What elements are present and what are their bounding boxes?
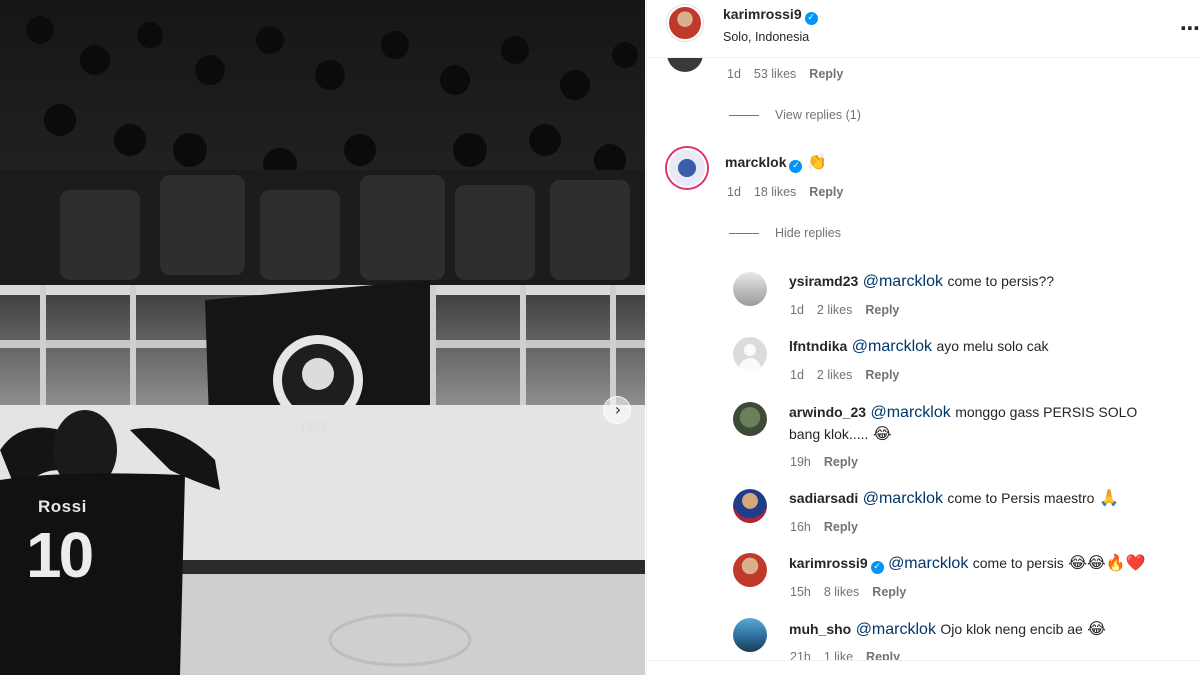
reply-avatar-default[interactable] (733, 337, 767, 371)
reply-comment: karimrossi9 ✓ @marcklok come to persis 😂😂… (789, 552, 1146, 574)
praying-hands-emoji: 🙏 (1098, 488, 1119, 507)
comment-likes[interactable]: 18 likes (754, 185, 796, 199)
reply-button[interactable]: Reply (865, 368, 899, 382)
reply-meta: 1d 2 likes Reply (790, 303, 912, 317)
reply-username[interactable]: muh_sho (789, 621, 851, 637)
reply-meta: 15h 8 likes Reply (790, 585, 919, 599)
reply-username[interactable]: karimrossi9 (789, 555, 868, 571)
reply-mention[interactable]: @marcklok (863, 273, 943, 290)
reply-username[interactable]: sadiarsadi (789, 490, 858, 506)
comment-time: 1d (727, 185, 741, 199)
reply-avatar[interactable] (733, 489, 767, 523)
hide-replies-button[interactable]: Hide replies (729, 226, 841, 240)
post-photo: Rossi 10 1923 › (0, 0, 645, 675)
reply-mention[interactable]: @marcklok (863, 490, 943, 507)
hide-replies-label: Hide replies (775, 226, 842, 240)
verified-badge-icon: ✓ (804, 12, 818, 25)
reply-meta: 1d 2 likes Reply (790, 368, 912, 382)
reply-button[interactable]: Reply (872, 585, 906, 599)
reply-text: monggo gass PERSIS SOLO (955, 404, 1138, 420)
jersey-name: Rossi (38, 497, 87, 516)
reply-mention[interactable]: @marcklok (870, 404, 950, 421)
reply-text: come to persis (972, 555, 1064, 571)
post-header: karimrossi9 ✓ Solo, Indonesia ⋯ (647, 0, 1200, 58)
banner-year: 1923 (300, 420, 327, 434)
jersey-number: 10 (26, 519, 94, 591)
reply-time: 1d (790, 303, 804, 317)
reply-text: come to persis?? (947, 273, 1055, 289)
reply-meta: 19h Reply (790, 455, 871, 469)
laughing-emoji: 😂 (872, 424, 892, 443)
author-avatar[interactable] (667, 5, 703, 41)
comment-likes[interactable]: 53 likes (754, 67, 796, 81)
laugh-fire-heart-emojis: 😂😂🔥❤️ (1068, 553, 1146, 572)
post-location[interactable]: Solo, Indonesia (723, 30, 809, 44)
reply-button[interactable]: Reply (865, 303, 899, 317)
verified-badge-icon: ✓ (870, 561, 884, 574)
author-username[interactable]: karimrossi9 (723, 6, 802, 22)
reply-button[interactable]: Reply (809, 185, 843, 199)
reply-time: 1d (790, 368, 804, 382)
reply-username[interactable]: ysiramd23 (789, 273, 858, 289)
reply-username[interactable]: lfntndika (789, 338, 847, 354)
verified-badge-icon: ✓ (789, 160, 803, 173)
reply-comment: sadiarsadi @marcklok come to Persis maes… (789, 487, 1119, 509)
reply-likes[interactable]: 2 likes (817, 368, 852, 382)
comments-pane: karimrossi9 ✓ Solo, Indonesia ⋯ 1d 53 like… (646, 0, 1200, 675)
reply-comment: arwindo_23 @marcklok monggo gass PERSIS … (789, 402, 1189, 445)
reply-text-continued: bang klok..... (789, 426, 869, 442)
reply-comment: ysiramd23 @marcklok come to persis?? (789, 271, 1054, 292)
reply-time: 16h (790, 520, 811, 534)
reply-avatar[interactable] (733, 272, 767, 306)
action-bar (647, 660, 1200, 675)
reply-likes[interactable]: 8 likes (824, 585, 859, 599)
more-options-icon[interactable]: ⋯ (1180, 16, 1200, 41)
divider-line (729, 232, 759, 234)
main-comment: marcklok ✓ 👏 (725, 151, 827, 173)
reply-avatar[interactable] (733, 402, 767, 436)
comment-time: 1d (727, 67, 741, 81)
reply-time: 15h (790, 585, 811, 599)
chevron-right-icon: › (614, 400, 622, 419)
reply-mention[interactable]: @marcklok (852, 338, 932, 355)
reply-button[interactable]: Reply (824, 455, 858, 469)
reply-meta: 16h Reply (790, 520, 871, 534)
reply-text: come to Persis maestro (947, 490, 1095, 506)
reply-username[interactable]: arwindo_23 (789, 404, 866, 420)
comment-username[interactable]: marcklok (725, 154, 786, 170)
reply-avatar[interactable] (733, 618, 767, 652)
comment-meta: 1d 18 likes Reply (727, 185, 856, 199)
reply-avatar-karimrossi9[interactable] (733, 553, 767, 587)
reply-comment: lfntndika @marcklok ayo melu solo cak (789, 336, 1049, 357)
clap-emoji: 👏 (806, 152, 827, 171)
reply-text: Ojo klok neng encib ae (940, 621, 1083, 637)
carousel-next-button[interactable]: › (603, 396, 631, 424)
reply-button[interactable]: Reply (824, 520, 858, 534)
reply-mention[interactable]: @marcklok (888, 555, 968, 572)
reply-time: 19h (790, 455, 811, 469)
divider-line (729, 114, 759, 116)
reply-text: ayo melu solo cak (936, 338, 1049, 354)
reply-mention[interactable]: @marcklok (856, 621, 936, 638)
reply-comment: muh_sho @marcklok Ojo klok neng encib ae… (789, 618, 1106, 640)
laughing-emoji: 😂 (1087, 619, 1106, 638)
stadium-crowd-illustration (0, 16, 645, 675)
reply-likes[interactable]: 2 likes (817, 303, 852, 317)
comment-avatar-marcklok[interactable] (667, 148, 707, 188)
comment-meta: 1d 53 likes Reply (727, 67, 856, 81)
view-replies-label: View replies (1) (775, 108, 861, 122)
reply-button[interactable]: Reply (809, 67, 843, 81)
view-replies-button[interactable]: View replies (1) (729, 108, 861, 122)
